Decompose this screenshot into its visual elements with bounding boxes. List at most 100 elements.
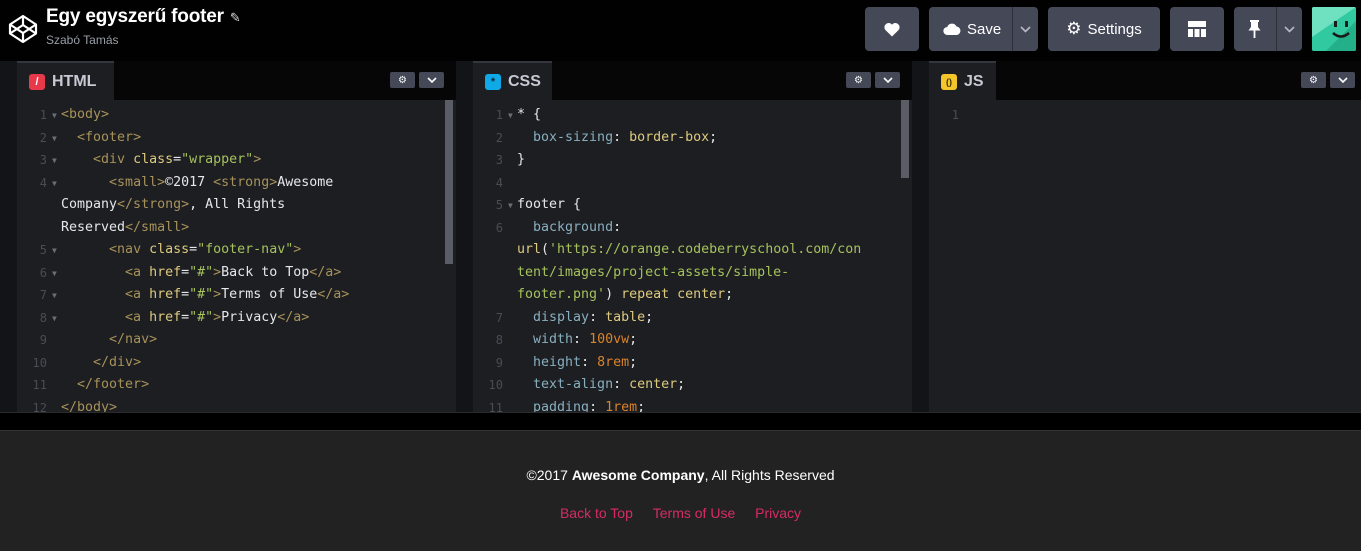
code-line: width: 100vw;: [533, 332, 638, 347]
fold-arrow-icon[interactable]: ▼: [52, 240, 57, 263]
fold-arrow-icon[interactable]: ▼: [52, 308, 57, 331]
pin-icon: [1248, 20, 1261, 38]
codepen-logo-icon[interactable]: [8, 14, 38, 44]
code-line: Reserved</small>: [61, 219, 190, 235]
footer-link-privacy[interactable]: Privacy: [755, 505, 801, 521]
css-scrollbar[interactable]: [901, 100, 909, 178]
fold-arrow-icon[interactable]: ▼: [508, 105, 513, 128]
html-panel-header: / HTML ⚙: [17, 61, 456, 100]
css-code-editor[interactable]: 1 ▼ * {2 box-sizing: border-box; 3} 4 5 ▼ foote…: [473, 100, 912, 412]
line-number: 10: [32, 355, 47, 370]
line-number: 12: [32, 400, 47, 413]
line-number: 2: [39, 130, 47, 145]
save-dropdown-button[interactable]: [1012, 7, 1038, 51]
fold-arrow-icon[interactable]: ▼: [52, 173, 57, 196]
fold-arrow-icon[interactable]: ▼: [508, 195, 513, 218]
fold-arrow-icon[interactable]: ▼: [52, 128, 57, 151]
author-name[interactable]: Szabó Tamás: [46, 33, 119, 47]
code-line: footer {: [517, 197, 582, 212]
chevron-down-icon: [882, 77, 893, 83]
code-line: padding: 1rem;: [533, 399, 646, 413]
code-line: Company</strong>, All Rights: [61, 197, 286, 212]
top-bar: Egy egyszerű footer ✎ Szabó Tamás Save ⚙ …: [0, 0, 1361, 61]
html-code-editor[interactable]: 1 ▼ <body> 2 ▼ <footer> 3 ▼ <div class="wrappe…: [17, 100, 456, 412]
js-badge-icon: (): [941, 73, 957, 90]
preview-pane: ©2017 Awesome Company, All Rights Reserv…: [0, 430, 1361, 551]
fold-arrow-icon[interactable]: ▼: [52, 150, 57, 173]
pen-title-text[interactable]: Egy egyszerű footer: [46, 6, 224, 27]
code-line: background:: [533, 219, 622, 235]
css-panel-header: * CSS ⚙: [473, 61, 912, 100]
settings-label: Settings: [1087, 20, 1142, 38]
css-editor-panel: * CSS ⚙ 1 ▼ * {2 box-sizing: border-box; 3}…: [473, 61, 912, 412]
tab-css[interactable]: * CSS: [473, 61, 552, 100]
code-line: text-align: center;: [533, 377, 686, 392]
pin-button[interactable]: [1234, 7, 1302, 51]
line-number: 3: [495, 153, 503, 167]
js-settings-button[interactable]: ⚙: [1301, 72, 1326, 88]
footer-link-terms[interactable]: Terms of Use: [653, 505, 735, 521]
save-button[interactable]: Save: [929, 7, 1038, 51]
line-number: 1: [495, 108, 503, 122]
tab-html-label: HTML: [52, 72, 97, 90]
js-collapse-button[interactable]: [1330, 72, 1355, 88]
js-code-editor[interactable]: 1: [929, 100, 1361, 412]
pencil-icon[interactable]: ✎: [230, 10, 241, 25]
footer-link-back-to-top[interactable]: Back to Top: [560, 505, 633, 521]
code-line: footer.png') repeat center;: [517, 287, 734, 302]
pen-title[interactable]: Egy egyszerű footer ✎: [46, 6, 241, 28]
pin-dropdown-button[interactable]: [1276, 7, 1302, 51]
code-line: box-sizing: border-box;: [533, 129, 718, 145]
code-line: </footer>: [77, 377, 150, 392]
fold-arrow-icon[interactable]: ▼: [52, 105, 57, 128]
save-label: Save: [967, 20, 1002, 38]
copyright-prefix: ©2017: [526, 467, 572, 483]
chevron-down-icon: [1337, 77, 1348, 83]
editor-area: / HTML ⚙ 1 ▼ <body> 2 ▼ <footer> 3 ▼ <div clas…: [0, 61, 1361, 412]
tab-js[interactable]: () JS: [929, 61, 996, 100]
layout-button[interactable]: [1170, 7, 1224, 51]
line-number: 4: [39, 175, 47, 190]
heart-icon: [884, 22, 900, 36]
code-line: height: 8rem;: [533, 354, 638, 370]
html-settings-button[interactable]: ⚙: [390, 72, 415, 88]
css-collapse-button[interactable]: [875, 72, 900, 88]
code-line: </div>: [93, 354, 142, 370]
line-number: 1: [951, 108, 959, 122]
code-line: <body>: [61, 107, 110, 122]
line-number: 6: [39, 265, 47, 280]
avatar[interactable]: [1312, 7, 1356, 51]
code-line: url('https://orange.codeberryschool.com/…: [517, 242, 862, 257]
html-scrollbar[interactable]: [445, 100, 453, 264]
html-collapse-button[interactable]: [419, 72, 444, 88]
code-line: </body>: [61, 399, 118, 413]
line-number: 11: [488, 400, 503, 413]
css-settings-button[interactable]: ⚙: [846, 72, 871, 88]
line-number: 11: [32, 378, 47, 392]
code-line: display: table;: [533, 309, 654, 325]
line-number: 4: [495, 175, 503, 190]
footer-nav: Back to Top Terms of Use Privacy: [0, 505, 1361, 521]
cloud-icon: [943, 23, 961, 35]
code-line: * {: [517, 107, 542, 122]
tab-js-label: JS: [964, 72, 984, 90]
code-line: <a href="#">Terms of Use</a>: [125, 287, 350, 302]
code-line: <a href="#">Privacy</a>: [125, 309, 310, 325]
tab-html[interactable]: / HTML: [17, 61, 114, 100]
settings-button[interactable]: ⚙ Settings: [1048, 7, 1160, 51]
company-name: Awesome Company: [571, 467, 705, 483]
fold-arrow-icon[interactable]: ▼: [52, 263, 57, 286]
line-number: 7: [495, 310, 503, 325]
fold-arrow-icon[interactable]: ▼: [52, 285, 57, 308]
line-number: 8: [39, 310, 47, 325]
code-line: <a href="#">Back to Top</a>: [125, 264, 342, 280]
resize-handle[interactable]: [0, 412, 1361, 430]
line-number: 5: [495, 198, 503, 212]
line-number: 6: [495, 220, 503, 235]
line-number: 1: [39, 108, 47, 122]
html-badge-icon: /: [29, 73, 45, 90]
line-number: 5: [39, 243, 47, 257]
code-line: <small>©2017 <strong>Awesome: [109, 174, 334, 190]
heart-button[interactable]: [865, 7, 919, 51]
js-panel-header: () JS ⚙: [929, 61, 1361, 100]
